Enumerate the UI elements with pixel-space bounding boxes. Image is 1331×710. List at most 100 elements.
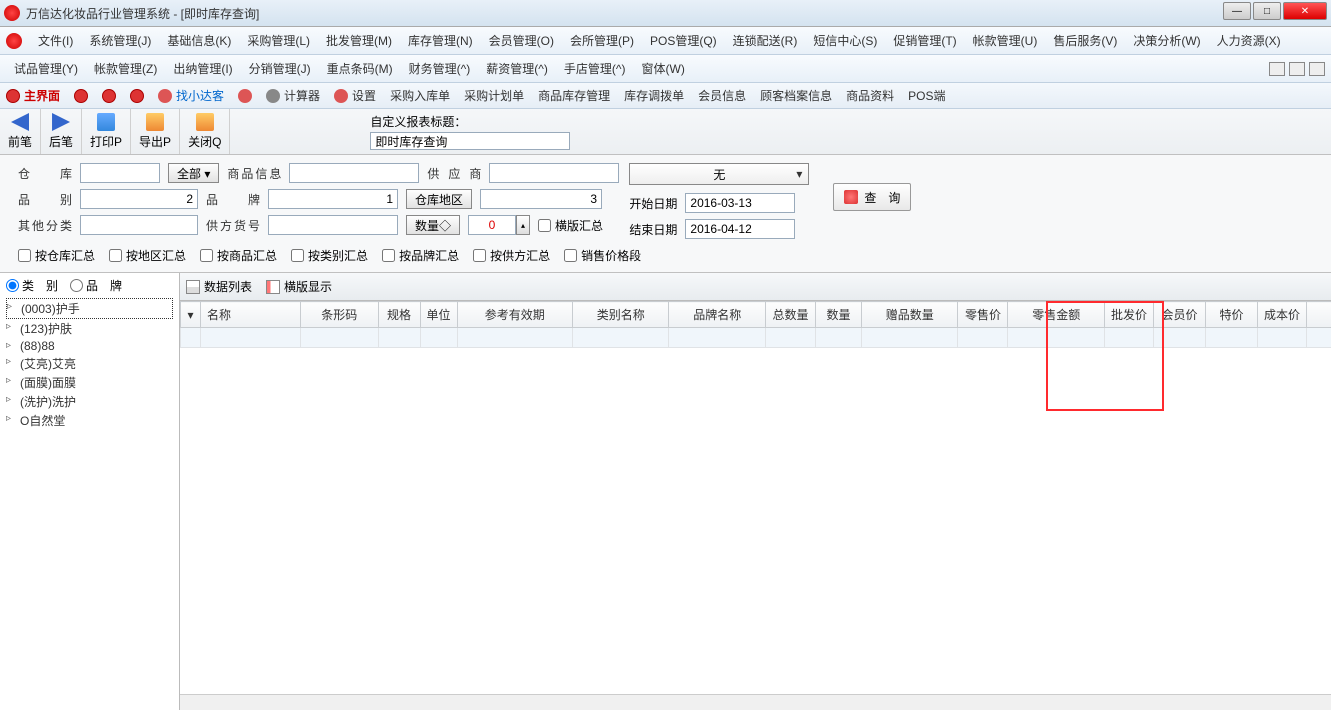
tree-node-3[interactable]: (艾亮)艾亮 [6, 354, 173, 373]
tab-link-2[interactable]: 商品库存管理 [538, 87, 610, 104]
start-date-input[interactable] [685, 193, 795, 213]
col-rowhead[interactable]: ▾ [181, 302, 201, 328]
end-date-input[interactable] [685, 219, 795, 239]
qty-input[interactable] [468, 215, 516, 235]
menu-sms[interactable]: 短信中心(S) [805, 29, 885, 52]
col-retail[interactable]: 零售价 [958, 302, 1008, 328]
tab-calc[interactable]: 计算器 [266, 87, 320, 104]
qty-spinner[interactable]: ▴ [468, 215, 530, 235]
menu-distribute[interactable]: 分销管理(J) [241, 57, 319, 80]
menu-promo[interactable]: 促销管理(T) [885, 29, 964, 52]
tree-node-2[interactable]: (88)88 [6, 338, 173, 354]
menu-baseinfo[interactable]: 基础信息(K) [159, 29, 239, 52]
horizontal-sum-check[interactable]: 横版汇总 [538, 217, 603, 234]
none-combo[interactable]: 无 [629, 163, 809, 185]
maximize-button[interactable]: □ [1253, 2, 1281, 20]
col-giftqty[interactable]: 赠品数量 [861, 302, 957, 328]
warehouse-input[interactable] [80, 163, 160, 183]
col-retailamt[interactable]: 零售金额 [1008, 302, 1104, 328]
col-expiry[interactable]: 参考有效期 [457, 302, 572, 328]
menu-finance[interactable]: 财务管理(^) [401, 57, 479, 80]
lock-icon[interactable] [74, 89, 88, 103]
col-member[interactable]: 会员价 [1153, 302, 1205, 328]
menu-account[interactable]: 帐款管理(U) [965, 29, 1046, 52]
tab-link-5[interactable]: 顾客档案信息 [760, 87, 832, 104]
region-input[interactable] [480, 189, 602, 209]
menu-stock[interactable]: 库存管理(N) [400, 29, 481, 52]
tree-node-6[interactable]: O自然堂 [6, 411, 173, 430]
sum-supplier[interactable]: 按供方汇总 [473, 247, 550, 264]
menu-account2[interactable]: 帐款管理(Z) [86, 57, 165, 80]
menu-decision[interactable]: 决策分析(W) [1125, 29, 1208, 52]
qty-button[interactable]: 数量◇ [406, 215, 460, 235]
mdi-close-icon[interactable] [1309, 62, 1325, 76]
menu-pos[interactable]: POS管理(Q) [642, 29, 725, 52]
print-button[interactable]: 打印P [82, 109, 131, 154]
col-wholesale[interactable]: 批发价 [1104, 302, 1153, 328]
spin-up-icon[interactable]: ▴ [516, 215, 530, 235]
col-totalqty[interactable]: 总数量 [765, 302, 815, 328]
menu-cashier[interactable]: 出纳管理(I) [165, 57, 240, 80]
other-input[interactable] [80, 215, 198, 235]
sum-brand[interactable]: 按品牌汇总 [382, 247, 459, 264]
tab-horizontal[interactable]: 横版显示 [266, 278, 332, 295]
data-grid[interactable]: ▾ 名称 条形码 规格 单位 参考有效期 类别名称 品牌名称 总数量 数量 赠品… [180, 301, 1331, 348]
tab-find[interactable]: 找小达客 [158, 87, 224, 104]
tab-link-3[interactable]: 库存调拨单 [624, 87, 684, 104]
brand-input[interactable] [268, 189, 398, 209]
tree-node-0[interactable]: (0003)护手 [6, 298, 173, 319]
tree-node-4[interactable]: (面膜)面膜 [6, 373, 173, 392]
table-wrap[interactable]: ▾ 名称 条形码 规格 单位 参考有效期 类别名称 品牌名称 总数量 数量 赠品… [180, 301, 1331, 694]
close-button[interactable]: ✕ [1283, 2, 1327, 20]
col-cost[interactable]: 成本价 [1257, 302, 1306, 328]
prev-button[interactable]: 前笔 [0, 109, 41, 154]
menu-member[interactable]: 会员管理(O) [481, 29, 562, 52]
horizontal-scrollbar[interactable] [180, 694, 1331, 710]
supplier-input[interactable] [489, 163, 619, 183]
col-upper[interactable]: 库存上限 [1306, 302, 1331, 328]
menu-hr[interactable]: 人力资源(X) [1209, 29, 1289, 52]
sum-region[interactable]: 按地区汇总 [109, 247, 186, 264]
col-unit[interactable]: 单位 [420, 302, 457, 328]
menu-system[interactable]: 系统管理(J) [81, 29, 159, 52]
tab-link-1[interactable]: 采购计划单 [464, 87, 524, 104]
mdi-min-icon[interactable] [1269, 62, 1285, 76]
region-button[interactable]: 仓库地区 [406, 189, 472, 209]
bubble-icon[interactable] [102, 89, 116, 103]
sum-warehouse[interactable]: 按仓库汇总 [18, 247, 95, 264]
product-input[interactable] [289, 163, 419, 183]
tab-link-6[interactable]: 商品资料 [846, 87, 894, 104]
tab-home[interactable] [238, 89, 252, 103]
tree-node-1[interactable]: (123)护肤 [6, 319, 173, 338]
menu-barcode[interactable]: 重点条码(M) [319, 57, 401, 80]
sku-input[interactable] [268, 215, 398, 235]
table-row[interactable] [181, 328, 1331, 348]
tab-main[interactable]: 主界面 [6, 87, 60, 104]
close-doc-button[interactable]: 关闭Q [180, 109, 230, 154]
col-name[interactable]: 名称 [201, 302, 301, 328]
menu-club[interactable]: 会所管理(P) [562, 29, 642, 52]
menu-shop[interactable]: 手店管理(^) [556, 57, 634, 80]
tab-settings[interactable]: 设置 [334, 87, 376, 104]
tab-link-0[interactable]: 采购入库单 [390, 87, 450, 104]
radio-category[interactable]: 类 别 [6, 277, 58, 294]
custom-title-input[interactable] [370, 132, 570, 150]
tab-data-list[interactable]: 数据列表 [186, 278, 252, 295]
menu-file[interactable]: 文件(I) [30, 29, 81, 52]
col-barcode[interactable]: 条形码 [301, 302, 379, 328]
category-input[interactable] [80, 189, 198, 209]
col-spec[interactable]: 规格 [378, 302, 420, 328]
tree-node-5[interactable]: (洗护)洗护 [6, 392, 173, 411]
col-brandname[interactable]: 品牌名称 [669, 302, 765, 328]
col-catname[interactable]: 类别名称 [573, 302, 669, 328]
menu-aftersale[interactable]: 售后服务(V) [1045, 29, 1125, 52]
query-button[interactable]: 查 询 [833, 183, 911, 211]
menu-salary[interactable]: 薪资管理(^) [478, 57, 556, 80]
sum-product[interactable]: 按商品汇总 [200, 247, 277, 264]
sum-category[interactable]: 按类别汇总 [291, 247, 368, 264]
menu-trial[interactable]: 试品管理(Y) [6, 57, 86, 80]
col-qty[interactable]: 数量 [815, 302, 861, 328]
doc-icon[interactable] [130, 89, 144, 103]
col-special[interactable]: 特价 [1205, 302, 1257, 328]
next-button[interactable]: 后笔 [41, 109, 82, 154]
